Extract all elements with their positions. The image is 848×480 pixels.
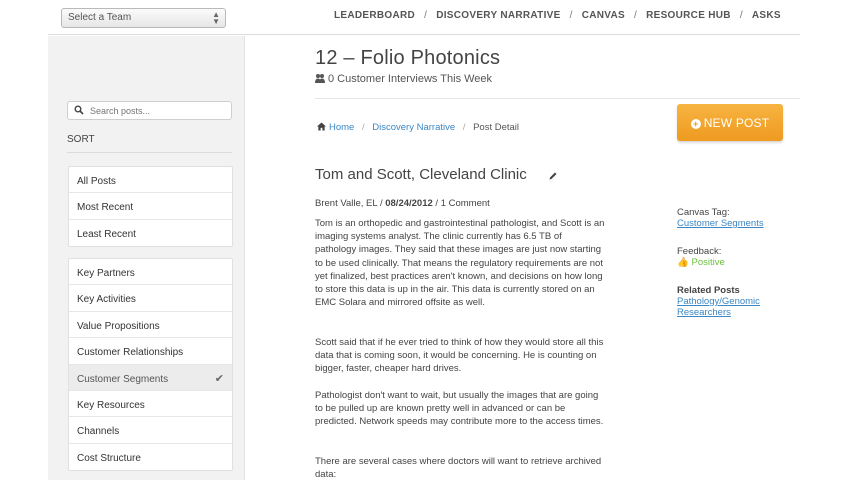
nav-separator: / bbox=[569, 10, 573, 21]
filter-key-resources[interactable]: Key Resources bbox=[69, 391, 232, 418]
breadcrumb-current: Post Detail bbox=[473, 122, 520, 133]
filter-item-label: Key Activities bbox=[77, 294, 136, 306]
nav-separator: / bbox=[739, 10, 743, 21]
post-meta: Brent Valle, EL / 08/24/2012 / 1 Comment bbox=[315, 198, 490, 209]
team-select-value: Select a Team bbox=[68, 12, 132, 23]
filter-item-label: Customer Relationships bbox=[77, 347, 184, 359]
sort-item-label: Most Recent bbox=[77, 202, 134, 214]
new-post-label: NEW POST bbox=[703, 115, 770, 130]
post-paragraph: Pathologist don't want to wait, but usua… bbox=[315, 390, 604, 428]
feedback-value: 👍 Positive bbox=[677, 257, 725, 268]
post-date: 08/24/2012 bbox=[385, 198, 433, 209]
related-posts-block: Related Posts Pathology/Genomic Research… bbox=[677, 285, 760, 318]
related-post-link[interactable]: Researchers bbox=[677, 307, 760, 318]
divider bbox=[67, 152, 232, 153]
canvas-tag-label: Canvas Tag: bbox=[677, 207, 730, 218]
sort-least-recent[interactable]: Least Recent bbox=[69, 220, 232, 246]
nav-resource-hub[interactable]: RESOURCE HUB bbox=[646, 10, 731, 21]
canvas-tag-block: Canvas Tag: Customer Segments bbox=[677, 207, 764, 229]
filter-cost-structure[interactable]: Cost Structure bbox=[69, 444, 232, 470]
interviews-count-text: 0 Customer Interviews This Week bbox=[328, 73, 493, 85]
filter-key-activities[interactable]: Key Activities bbox=[69, 285, 232, 312]
divider bbox=[315, 98, 800, 99]
interviews-count: 0 Customer Interviews This Week bbox=[315, 73, 492, 85]
sort-item-label: Least Recent bbox=[77, 228, 136, 240]
filter-item-label: Value Propositions bbox=[77, 320, 160, 332]
feedback-label: Feedback: bbox=[677, 246, 722, 257]
search-box[interactable] bbox=[67, 101, 232, 120]
post-author: Brent Valle, EL bbox=[315, 198, 378, 209]
filter-item-label: Cost Structure bbox=[77, 452, 141, 464]
sort-heading: SORT bbox=[67, 134, 95, 145]
breadcrumb-separator: / bbox=[462, 122, 466, 133]
group-icon bbox=[315, 74, 325, 83]
top-navigation-bar: Select a Team ▲ ▼ LEADERBOARD / DISCOVERY… bbox=[48, 0, 800, 35]
nav-separator: / bbox=[424, 10, 428, 21]
post-paragraph: Scott said that if he ever tried to thin… bbox=[315, 337, 604, 375]
meta-separator: / bbox=[432, 198, 441, 209]
filter-item-label: Channels bbox=[77, 426, 120, 438]
post-paragraph: Tom is an orthopedic and gastrointestina… bbox=[315, 218, 605, 309]
team-select[interactable]: Select a Team ▲ ▼ bbox=[61, 8, 226, 28]
feedback-block: Feedback: 👍 Positive bbox=[677, 246, 725, 268]
new-post-button[interactable]: + NEW POST bbox=[677, 104, 783, 141]
filter-item-label: Key Resources bbox=[77, 399, 145, 411]
home-icon bbox=[317, 122, 326, 131]
filter-customer-relationships[interactable]: Customer Relationships bbox=[69, 338, 232, 365]
filter-value-propositions[interactable]: Value Propositions bbox=[69, 312, 232, 339]
search-input[interactable] bbox=[90, 104, 228, 117]
breadcrumb: Home / Discovery Narrative / Post Detail bbox=[317, 122, 519, 133]
nav-discovery-narrative[interactable]: DISCOVERY NARRATIVE bbox=[436, 10, 560, 21]
filter-customer-segments[interactable]: Customer Segments ✔ bbox=[69, 364, 232, 391]
breadcrumb-home-link[interactable]: Home bbox=[329, 122, 354, 133]
nav-asks[interactable]: ASKS bbox=[752, 10, 781, 21]
post-comments-link[interactable]: 1 Comment bbox=[441, 198, 490, 209]
canvas-filter-list: Key Partners Key Activities Value Propos… bbox=[68, 258, 233, 472]
related-posts-heading: Related Posts bbox=[677, 285, 740, 296]
nav-canvas[interactable]: CANVAS bbox=[582, 10, 625, 21]
post-title: Tom and Scott, Cleveland Clinic bbox=[315, 166, 527, 183]
main-nav: LEADERBOARD / DISCOVERY NARRATIVE / CANV… bbox=[334, 10, 781, 21]
breadcrumb-discovery-narrative-link[interactable]: Discovery Narrative bbox=[372, 122, 455, 133]
filter-key-partners[interactable]: Key Partners bbox=[69, 259, 232, 286]
nav-leaderboard[interactable]: LEADERBOARD bbox=[334, 10, 415, 21]
post-paragraph: There are several cases where doctors wi… bbox=[315, 456, 602, 480]
pencil-edit-icon[interactable] bbox=[548, 171, 558, 181]
feedback-value-text: Positive bbox=[691, 257, 725, 268]
sidebar: SORT All Posts Most Recent Least Recent … bbox=[48, 36, 245, 480]
related-post-link[interactable]: Pathology/Genomic bbox=[677, 296, 760, 307]
sort-options-list: All Posts Most Recent Least Recent bbox=[68, 166, 233, 248]
filter-channels[interactable]: Channels bbox=[69, 417, 232, 444]
sort-all-posts[interactable]: All Posts bbox=[69, 167, 232, 194]
select-arrows-icon: ▲ ▼ bbox=[212, 10, 220, 26]
search-icon bbox=[74, 105, 84, 115]
nav-separator: / bbox=[634, 10, 638, 21]
sort-item-label: All Posts bbox=[77, 176, 116, 187]
breadcrumb-separator: / bbox=[361, 122, 365, 133]
page-title: 12 – Folio Photonics bbox=[315, 47, 501, 69]
sort-most-recent[interactable]: Most Recent bbox=[69, 193, 232, 220]
plus-circle-icon: + bbox=[690, 118, 701, 129]
thumbs-up-icon: 👍 bbox=[677, 257, 689, 268]
checkmark-icon: ✔ bbox=[214, 372, 224, 385]
canvas-tag-link[interactable]: Customer Segments bbox=[677, 218, 764, 229]
filter-item-label: Key Partners bbox=[77, 268, 135, 279]
filter-item-label: Customer Segments bbox=[77, 373, 169, 385]
